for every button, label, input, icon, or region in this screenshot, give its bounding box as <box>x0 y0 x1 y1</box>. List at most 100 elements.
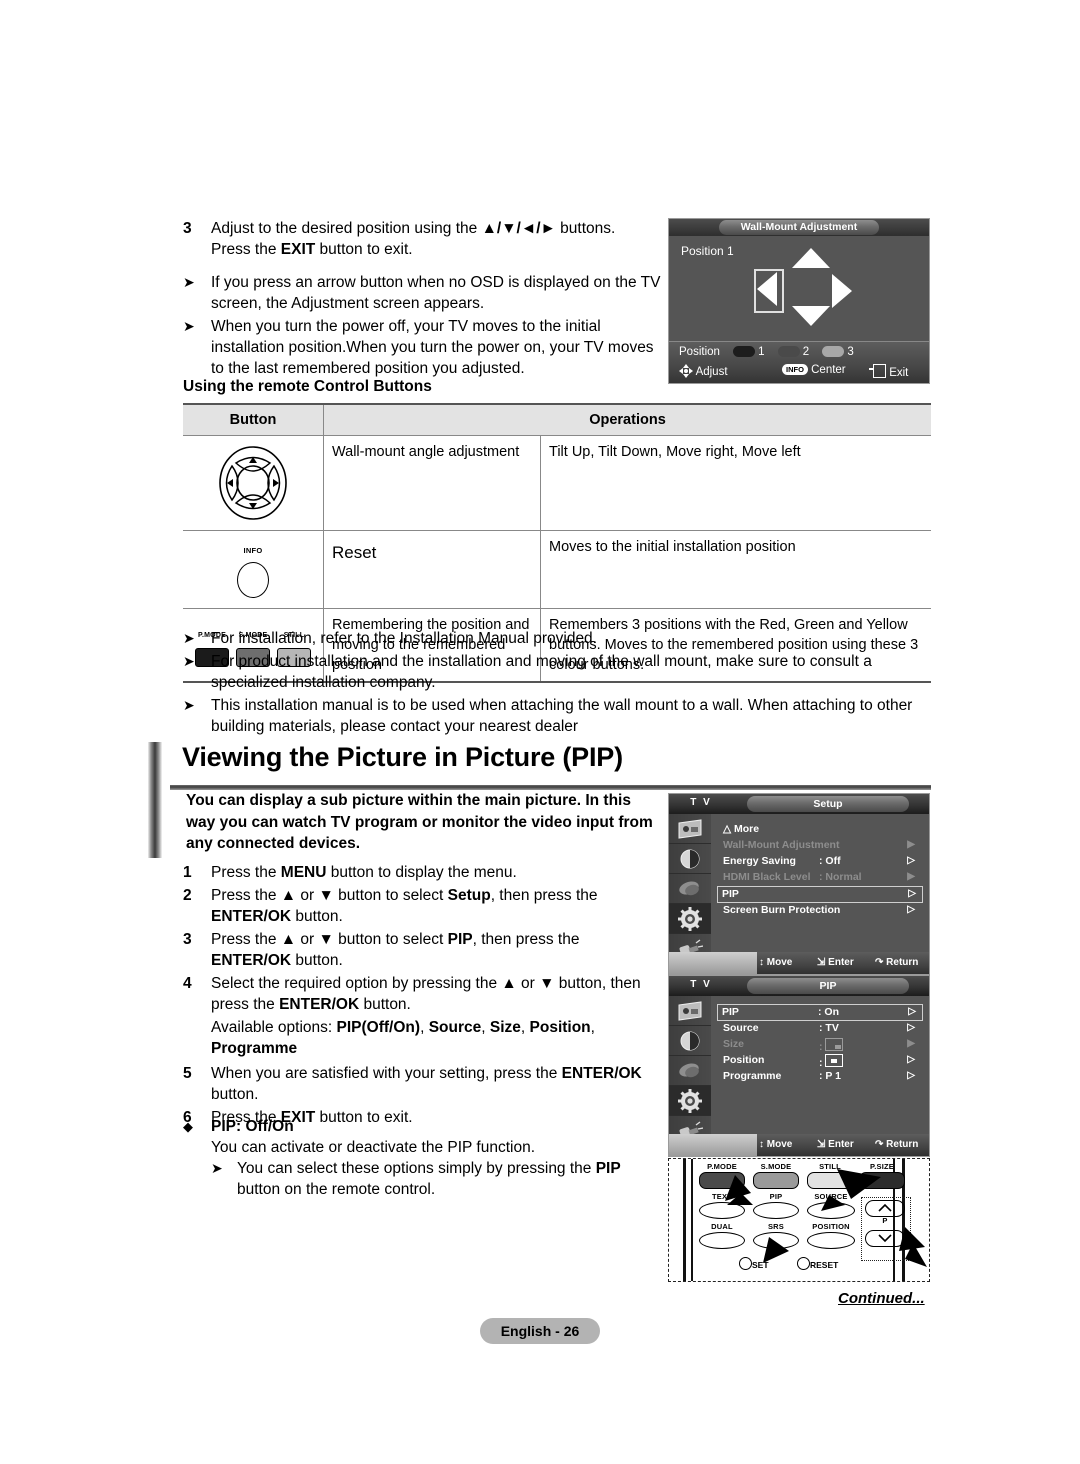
sidebar-item-picture[interactable] <box>669 996 711 1026</box>
menu-label: Size <box>723 1038 745 1050</box>
remote-key-cap <box>699 1232 745 1249</box>
position-num-2: 2 <box>802 346 810 358</box>
step-text: Adjust to the desired position using the… <box>211 220 616 258</box>
remote-control-diagram: P.MODE S.MODE STILL P.SIZE TEXT PIP SOUR… <box>668 1158 930 1282</box>
step-item: 1 Press the MENU button to display the m… <box>183 862 663 883</box>
footer-return-label: Return <box>886 957 919 968</box>
menu-item-size[interactable]: Size : ▶ <box>719 1037 921 1053</box>
hint-center-label: Center <box>811 364 846 376</box>
right-arrow-icon[interactable] <box>832 274 852 308</box>
remote-key-pmode[interactable]: P.MODE <box>699 1163 745 1189</box>
diamond-bullet-icon: ◆ <box>183 1119 193 1134</box>
up-arrow-icon[interactable] <box>792 248 830 268</box>
osd-footer: Position 1 2 3 Adjust INFO Center Exit <box>669 341 929 383</box>
down-arrow-icon[interactable] <box>792 306 830 326</box>
footer-return-label: Return <box>886 1139 919 1150</box>
set-key-label: SET <box>752 1260 769 1270</box>
chevron-right-icon: ▷ <box>908 888 916 899</box>
sidebar-item-channel[interactable] <box>669 1056 711 1086</box>
remote-key-label: P.MODE <box>707 1162 737 1171</box>
page-number-badge: English - 26 <box>480 1318 600 1344</box>
column-header-operations: Operations <box>323 403 931 436</box>
channel-label: P <box>882 1216 888 1225</box>
menu-item-position[interactable]: Position : ▷ <box>719 1053 921 1069</box>
step-item: 2 Press the ▲ or ▼ button to select Setu… <box>183 885 663 927</box>
remote-key-smode[interactable]: S.MODE <box>753 1163 799 1189</box>
menu-item-programme[interactable]: Programme : P 1 ▷ <box>719 1069 921 1085</box>
info-button-label: INFO <box>243 546 263 555</box>
menu-item-wall-mount-adjustment[interactable]: Wall-Mount Adjustment ▶ <box>719 838 921 854</box>
menu-item-pip[interactable]: PIP : On ▷ <box>717 1004 923 1021</box>
arrow-bullet-icon: ➤ <box>183 697 195 713</box>
chevron-right-icon: ▶ <box>907 871 915 882</box>
remote-key-cap <box>753 1172 799 1189</box>
menu-value: : TV <box>819 1022 839 1034</box>
note-item: ➤ For installation, refer to the Install… <box>183 628 931 649</box>
remote-key-label: PIP <box>769 1192 783 1201</box>
pip-offon-desc: You can activate or deactivate the PIP f… <box>211 1139 535 1156</box>
remote-key-psize[interactable]: P.SIZE <box>859 1163 905 1189</box>
sidebar-item-picture[interactable] <box>669 814 711 844</box>
continued-label: Continued... <box>838 1290 925 1307</box>
chevron-right-icon: ▷ <box>908 1006 916 1017</box>
reset-key-label: RESET <box>810 1260 839 1270</box>
note-item: ➤ For product installation and the insta… <box>183 651 931 693</box>
osd-footer: ↕ Move ⇲ Enter ↷ Return <box>669 952 929 974</box>
sidebar-item-channel[interactable] <box>669 874 711 904</box>
remote-key-label: P.SIZE <box>870 1162 894 1171</box>
menu-item-energy-saving[interactable]: Energy Saving : Off ▷ <box>719 854 921 870</box>
sidebar-item-setup[interactable] <box>669 904 711 934</box>
chevron-right-icon: ▶ <box>907 839 915 850</box>
arrow-bullet-icon: ➤ <box>183 630 195 646</box>
remote-key-cap <box>865 1200 905 1217</box>
intro-paragraph: You can display a sub picture within the… <box>186 792 653 852</box>
adjust-pad-icon <box>679 364 693 378</box>
menu-item-hdmi-black-level[interactable]: HDMI Black Level : Normal ▶ <box>719 870 921 886</box>
cell-button-icon: INFO <box>183 530 324 609</box>
osd-footer: ↕ Move ⇲ Enter ↷ Return <box>669 1134 929 1156</box>
menu-item-screen-burn-protection[interactable]: Screen Burn Protection ▷ <box>719 903 921 919</box>
footer-enter-label: Enter <box>828 957 854 968</box>
footer-move: ↕ Move <box>759 1139 793 1150</box>
remote-key-channel-down[interactable] <box>865 1229 905 1247</box>
footer-enter-label: Enter <box>828 1139 854 1150</box>
footer-return: ↷ Return <box>875 1139 919 1150</box>
chevron-right-icon: ▷ <box>907 904 915 915</box>
footer-move-label: Move <box>766 957 793 968</box>
remote-key-channel-up[interactable] <box>865 1199 905 1217</box>
remote-key-text[interactable]: TEXT <box>699 1193 745 1219</box>
step-text: Press the MENU button to display the men… <box>211 864 517 881</box>
note-item: ➤ This installation manual is to be used… <box>183 695 931 737</box>
osd-title: Setup <box>747 796 909 812</box>
cell-operations: Tilt Up, Tilt Down, Move right, Move lef… <box>540 435 931 531</box>
arrow-bullet-icon: ➤ <box>211 1160 223 1176</box>
menu-label: Position <box>723 1054 765 1066</box>
menu-value: : <box>819 1054 844 1069</box>
left-arrow-icon[interactable] <box>757 272 777 306</box>
pip-offon-title: PIP: Off/On <box>211 1118 294 1135</box>
remote-key-still[interactable]: STILL <box>807 1163 853 1189</box>
remote-key-dual[interactable]: DUAL <box>699 1223 745 1249</box>
osd-title: PIP <box>747 978 909 994</box>
sidebar-item-sound[interactable] <box>669 844 711 874</box>
sidebar-item-setup[interactable] <box>669 1086 711 1116</box>
remote-key-srs[interactable]: SRS <box>753 1223 799 1249</box>
remote-key-reset[interactable]: RESET <box>797 1257 838 1270</box>
pip-osd-panel: T V PIP PIP : On ▷ Source: TV ▷ Size: … <box>668 975 930 1157</box>
osd-footer-highlight <box>669 952 757 974</box>
remote-key-position[interactable]: POSITION <box>807 1223 855 1249</box>
hint-exit-label: Exit <box>889 367 909 379</box>
sidebar-item-sound[interactable] <box>669 1026 711 1056</box>
position-swatch-1 <box>733 346 756 358</box>
menu-value: : P 1 <box>819 1070 841 1082</box>
menu-item-source[interactable]: Source : TV ▷ <box>719 1021 921 1037</box>
menu-label: HDMI Black Level <box>723 871 811 883</box>
step-item: 4 Select the required option by pressing… <box>183 973 663 1015</box>
pip-offon-note: You can select these options simply by p… <box>237 1160 621 1198</box>
remote-key-pip[interactable]: PIP <box>753 1193 799 1219</box>
remote-key-source[interactable]: SOURCE <box>807 1193 855 1219</box>
menu-item-more[interactable]: △ More <box>719 822 921 838</box>
pip-offon-block: ◆ PIP: Off/On You can activate or deacti… <box>183 1116 663 1200</box>
remote-key-set[interactable]: SET <box>739 1257 769 1270</box>
menu-item-pip[interactable]: PIP ▷ <box>717 886 923 903</box>
